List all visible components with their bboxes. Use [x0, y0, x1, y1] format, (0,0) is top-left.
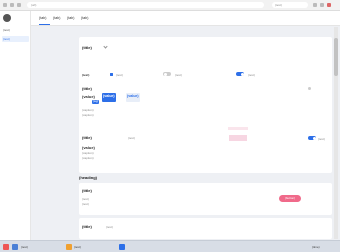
share-title: (title) [82, 135, 92, 140]
account-title: (title) [82, 45, 92, 50]
app-icon[interactable] [66, 244, 72, 250]
url-text: (url) [31, 3, 37, 7]
option-2-toggle[interactable] [163, 72, 171, 76]
stat-value-2: (value) [103, 94, 115, 98]
section-heading: (heading) [79, 175, 97, 180]
app-icon[interactable] [12, 244, 18, 250]
app-icon[interactable] [119, 244, 125, 250]
reload-icon[interactable] [17, 3, 21, 7]
share-toggle[interactable] [308, 136, 316, 140]
stat-value-1: (value) [82, 94, 95, 99]
pink-overlay [228, 127, 248, 130]
sidebar: (text) (text) [0, 11, 31, 240]
invite-desc-1: (text) [82, 197, 89, 201]
bottom-desc: (text) [106, 225, 113, 229]
tab-3[interactable]: (tab) [67, 16, 74, 20]
share-note: (text) [128, 136, 135, 140]
stat-tag: (tag) [92, 100, 99, 104]
start-icon[interactable] [3, 244, 9, 250]
extension-button[interactable]: (text) [272, 2, 308, 8]
share-toggle-label: (text) [318, 137, 325, 141]
taskbar: (text) (text) (time) [0, 240, 340, 252]
option-checkbox[interactable] [110, 73, 113, 76]
option-2-label: (text) [175, 73, 182, 77]
taskbar-item[interactable]: (text) [21, 245, 28, 249]
option-3-toggle[interactable] [236, 72, 244, 76]
option-1-label: (text) [116, 73, 123, 77]
address-bar[interactable]: (url) [27, 2, 264, 8]
share-caption: (caption) [82, 151, 94, 155]
back-icon[interactable] [3, 3, 7, 7]
share-percent: (value) [82, 145, 95, 150]
stat-box-highlight[interactable]: (value) [102, 93, 116, 102]
invite-title: (title) [82, 188, 92, 193]
stats-sub-caption: (caption) [82, 113, 94, 117]
pink-highlight [229, 135, 247, 141]
browser-toolbar: (url) (text) [0, 0, 340, 11]
stat-value-3: (value) [127, 94, 139, 98]
close-icon[interactable] [327, 3, 331, 7]
stat-box[interactable]: (value) [126, 93, 140, 102]
bottom-title: (title) [82, 224, 92, 229]
stats-info-icon[interactable] [308, 87, 311, 90]
settings-panel [79, 37, 332, 173]
top-nav: (tab) (tab) (tab) (tab) [31, 11, 340, 26]
stats-caption: (caption) [82, 108, 94, 112]
stats-title: (title) [82, 86, 92, 91]
taskbar-item[interactable]: (text) [74, 245, 81, 249]
sidebar-item[interactable]: (text) [3, 28, 10, 32]
scrollbar-thumb[interactable] [334, 38, 338, 76]
tab-4[interactable]: (tab) [81, 16, 88, 20]
invite-desc-2: (text) [82, 202, 89, 206]
active-tab-indicator [39, 24, 50, 25]
bottom-card [79, 218, 332, 239]
option-3-label: (text) [248, 73, 255, 77]
invite-button[interactable]: (button) [279, 195, 301, 202]
share-sub-caption: (caption) [82, 156, 94, 160]
forward-icon[interactable] [10, 3, 14, 7]
minimize-icon[interactable] [320, 3, 324, 7]
menu-icon[interactable] [313, 3, 317, 7]
logo [3, 14, 11, 22]
clock: (time) [312, 245, 320, 249]
toggles-label: (text) [82, 73, 90, 77]
tab-2[interactable]: (tab) [53, 16, 60, 20]
sidebar-item-active[interactable]: (text) [3, 37, 10, 41]
tab-1[interactable]: (tab) [39, 16, 46, 20]
